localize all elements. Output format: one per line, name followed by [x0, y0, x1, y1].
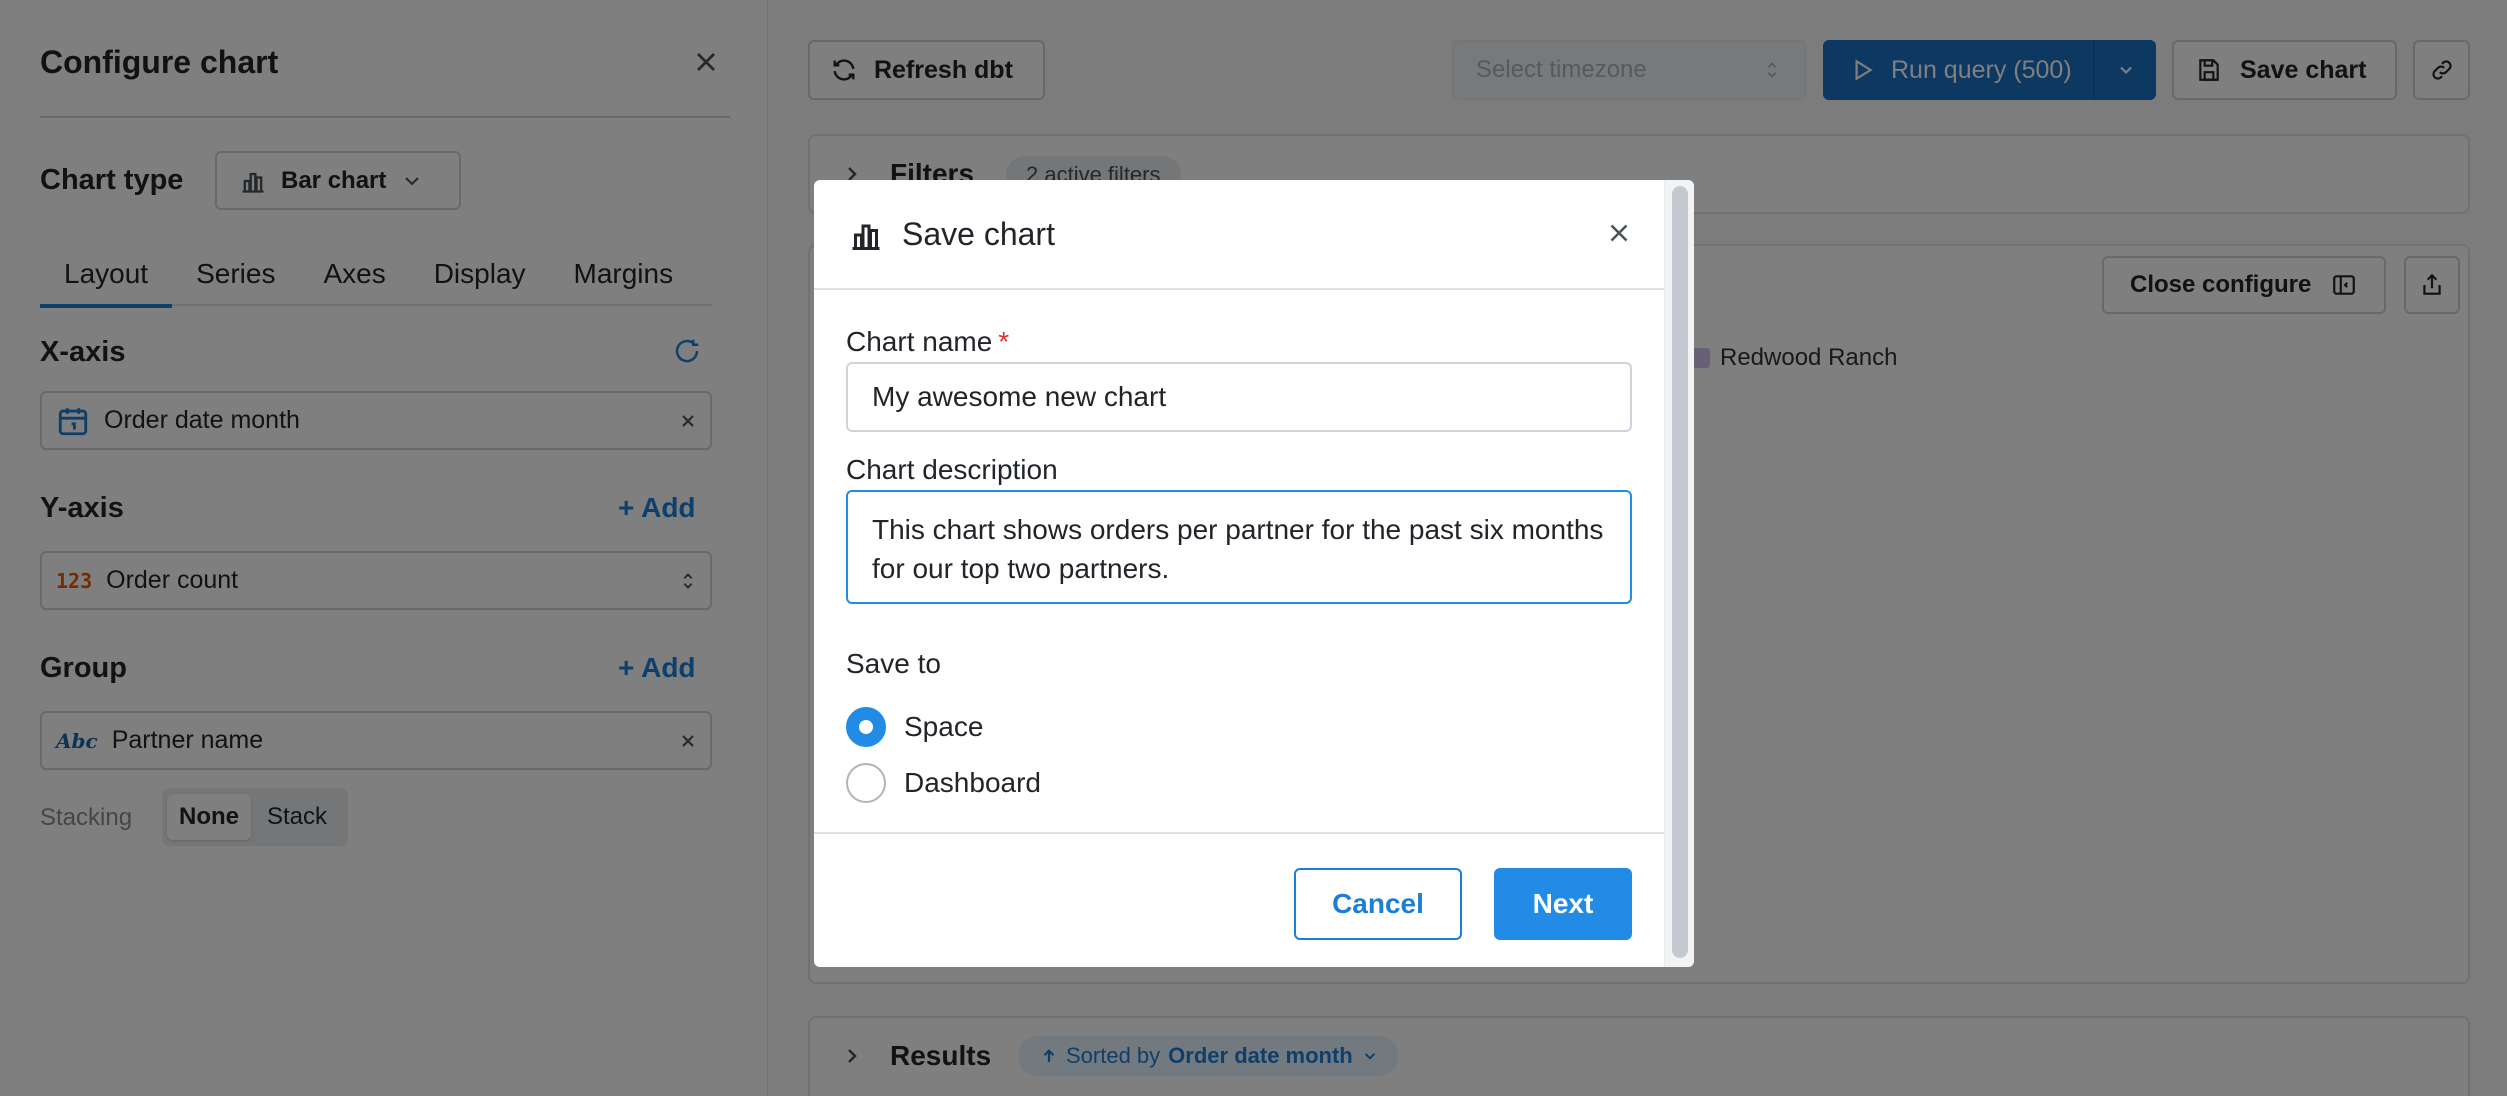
divider: [814, 832, 1664, 834]
close-icon[interactable]: [1604, 218, 1634, 248]
space-radio-label: Space: [904, 711, 984, 742]
chart-description-textarea[interactable]: This chart shows orders per partner for …: [846, 490, 1632, 604]
save-to-space-option[interactable]: Space: [846, 707, 983, 747]
save-chart-modal: Save chart Chart name * My awesome new ch…: [814, 180, 1694, 967]
save-to-label: Save to: [846, 648, 941, 679]
save-to-dashboard-option[interactable]: Dashboard: [846, 763, 1041, 803]
chart-description-label: Chart description: [846, 454, 1058, 485]
dashboard-radio-label: Dashboard: [904, 767, 1041, 798]
space-radio[interactable]: [846, 707, 886, 747]
bar-chart-icon: [852, 224, 880, 250]
chart-name-input[interactable]: My awesome new chart: [846, 362, 1632, 432]
next-button[interactable]: Next: [1494, 868, 1632, 940]
scrollbar-thumb[interactable]: [1672, 186, 1688, 958]
cancel-button[interactable]: Cancel: [1294, 868, 1462, 940]
modal-scrollbar[interactable]: [1664, 180, 1694, 967]
modal-header: Save chart: [814, 180, 1664, 290]
dashboard-radio[interactable]: [846, 763, 886, 803]
modal-title: Save chart: [902, 216, 1055, 252]
chart-name-label: Chart name *: [846, 326, 1010, 357]
